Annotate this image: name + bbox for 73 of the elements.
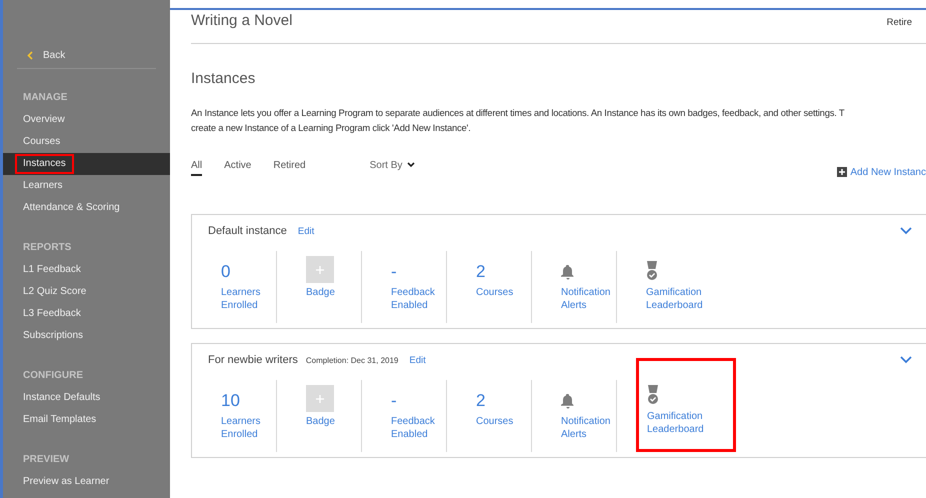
retire-button[interactable]: Retire bbox=[886, 16, 912, 31]
stat-tile[interactable]: Badge bbox=[306, 251, 370, 323]
bell-icon bbox=[561, 393, 575, 409]
instance-name: Default instance bbox=[208, 224, 287, 238]
tile-label: Courses bbox=[476, 416, 514, 428]
section-heading: REPORTS bbox=[22, 241, 72, 255]
stat-tile[interactable]: 10 Learners Enrolled bbox=[221, 380, 285, 452]
sidebar-item[interactable]: Learners bbox=[15, 178, 70, 194]
count-value: - bbox=[391, 261, 397, 283]
badge-placeholder-icon bbox=[306, 385, 334, 412]
medal-icon bbox=[646, 261, 658, 281]
stat-tile[interactable]: - Feedback Enabled bbox=[391, 380, 455, 452]
page-title: Writing a Novel bbox=[191, 11, 292, 32]
tile-label: Notification Alerts bbox=[561, 287, 612, 312]
back-chevron-icon bbox=[27, 51, 33, 60]
sidebar-item[interactable]: Preview as Learner bbox=[15, 474, 118, 490]
tile-label: Feedback Enabled bbox=[391, 287, 436, 312]
count-value: 2 bbox=[476, 261, 486, 283]
chevron-down-icon bbox=[407, 162, 416, 168]
chevron-down-icon[interactable] bbox=[900, 226, 912, 235]
section-heading: PREVIEW bbox=[22, 453, 70, 467]
tile-label: Gamification Leaderboard bbox=[646, 287, 704, 312]
sidebar-item[interactable]: Instances bbox=[15, 154, 74, 174]
description-line: create a new Instance of a Learning Program click 'Add New Instance'. bbox=[191, 120, 472, 134]
tile-label: Courses bbox=[476, 287, 514, 300]
completion-date: Completion: Dec 31, 2019 bbox=[306, 354, 398, 366]
stat-tile[interactable]: Badge bbox=[306, 380, 370, 452]
count-value: 2 bbox=[476, 390, 486, 412]
sidebar-item[interactable]: Courses bbox=[15, 134, 68, 150]
count-value: 0 bbox=[221, 261, 230, 283]
count-value: 10 bbox=[221, 390, 240, 412]
filter-tab[interactable]: Retired bbox=[273, 158, 306, 176]
tile-label: Feedback Enabled bbox=[391, 416, 436, 441]
stat-tile[interactable]: 2 Courses bbox=[476, 380, 540, 452]
filter-tab[interactable]: Active bbox=[224, 158, 252, 176]
plus-icon bbox=[837, 167, 848, 177]
stat-tile[interactable]: Gamification Leaderboard bbox=[636, 358, 736, 452]
tile-label: Gamification Leaderboard bbox=[647, 411, 705, 436]
sort-dropdown[interactable]: Sort By bbox=[370, 158, 416, 176]
sidebar-item[interactable]: L1 Feedback bbox=[15, 262, 89, 278]
tile-label: Badge bbox=[306, 416, 336, 428]
stat-tile[interactable]: 2 Courses bbox=[476, 251, 540, 323]
stat-tile[interactable]: Gamification Leaderboard bbox=[646, 251, 710, 323]
count-value: - bbox=[391, 390, 397, 412]
stat-tile[interactable]: - Feedback Enabled bbox=[391, 251, 455, 323]
tile-label: Learners Enrolled bbox=[221, 287, 262, 312]
sidebar-item[interactable]: Instance Defaults bbox=[15, 390, 108, 406]
bell-icon bbox=[561, 264, 575, 280]
section-heading: CONFIGURE bbox=[22, 369, 84, 383]
tile-label: Badge bbox=[306, 287, 336, 300]
chevron-down-icon[interactable] bbox=[900, 356, 912, 364]
sidebar-item[interactable]: Overview bbox=[15, 112, 73, 128]
tile-label: Learners Enrolled bbox=[221, 416, 262, 441]
stat-tile[interactable]: Notification Alerts bbox=[561, 380, 625, 452]
description-line: An Instance lets you offer a Learning Program to separate audiences at different times and locations. An Instance has its own badges, feedback, and other settings. T bbox=[191, 106, 846, 120]
edit-link[interactable]: Edit bbox=[409, 354, 426, 368]
stat-tile[interactable]: 0 Learners Enrolled bbox=[221, 251, 285, 323]
sidebar-item[interactable]: Attendance & Scoring bbox=[15, 200, 128, 216]
section-heading: MANAGE bbox=[22, 91, 68, 105]
sidebar-item[interactable]: Subscriptions bbox=[15, 328, 92, 344]
sidebar-item[interactable]: Email Templates bbox=[15, 412, 104, 428]
instance-name: For newbie writers bbox=[208, 352, 298, 368]
edit-link[interactable]: Edit bbox=[298, 224, 314, 239]
badge-placeholder-icon bbox=[306, 256, 334, 283]
medal-icon bbox=[647, 385, 659, 405]
stat-tile[interactable]: Notification Alerts bbox=[561, 251, 625, 323]
back-link[interactable]: Back bbox=[43, 48, 66, 63]
sidebar-item[interactable]: L3 Feedback bbox=[15, 306, 89, 322]
add-instance-button[interactable]: Add New Instanc bbox=[837, 164, 926, 180]
filter-tab[interactable]: All bbox=[191, 158, 202, 176]
sidebar-item[interactable]: L2 Quiz Score bbox=[15, 284, 94, 300]
tile-label: Notification Alerts bbox=[561, 416, 612, 441]
section-title: Instances bbox=[191, 69, 256, 89]
